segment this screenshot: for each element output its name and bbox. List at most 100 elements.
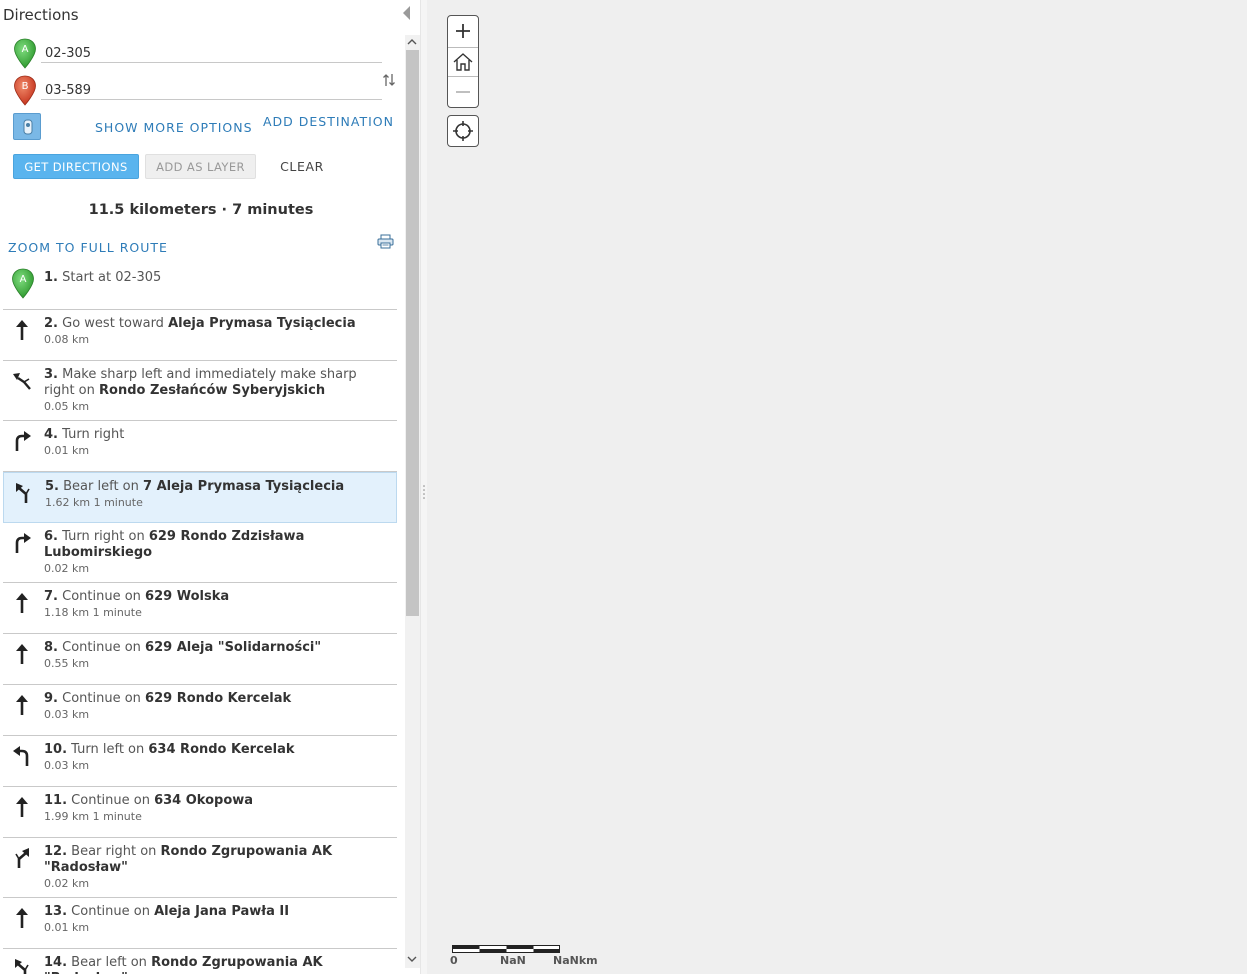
direction-step[interactable]: 10. Turn left on 634 Rondo Kercelak 0.03 …: [3, 736, 397, 787]
step-distance: 0.03 km: [44, 759, 90, 772]
step-road-name: 634 Okopowa: [154, 793, 254, 808]
direction-step[interactable]: 14. Bear left on Rondo Zgrupowania AK "R…: [3, 949, 397, 974]
step-distance: 0.01 km: [44, 444, 90, 457]
turn-left-icon: [11, 744, 33, 768]
panel-splitter[interactable]: [420, 0, 427, 974]
travel-mode-icon[interactable]: [13, 113, 41, 140]
add-as-layer-button[interactable]: ADD AS LAYER: [145, 154, 256, 179]
step-instruction: Continue on: [71, 904, 150, 919]
direction-step[interactable]: 4. Turn right 0.01 km: [3, 421, 397, 472]
scale-label-end: NaNkm: [553, 954, 598, 967]
step-road-name: Aleja Prymasa Tysiąclecia: [168, 316, 356, 331]
step-number: 1.: [44, 270, 58, 285]
direction-step[interactable]: 7. Continue on 629 Wolska 1.18 km 1 minut…: [3, 583, 397, 634]
locate-crosshair-icon: [453, 121, 473, 141]
stop-a-input[interactable]: [41, 39, 382, 63]
direction-step[interactable]: 9. Continue on 629 Rondo Kercelak 0.03 km: [3, 685, 397, 736]
straight-arrow-icon: [11, 591, 33, 615]
svg-text:A: A: [20, 274, 27, 285]
scale-bar: [452, 945, 560, 953]
step-number: 11.: [44, 793, 68, 808]
straight-arrow-icon: [11, 318, 33, 342]
home-icon: [453, 53, 473, 71]
step-instruction: Continue on: [62, 640, 141, 655]
direction-step[interactable]: A 1. Start at 02-305: [3, 262, 397, 310]
pin-a-icon[interactable]: A: [13, 38, 37, 70]
bear-left-icon: [11, 957, 33, 974]
directions-steps-list: A 1. Start at 02-305 2. Go west toward Ale…: [3, 262, 397, 974]
step-number: 4.: [44, 427, 58, 442]
step-distance: 0.08 km: [44, 333, 90, 346]
direction-step[interactable]: 6. Turn right on 629 Rondo Zdzisława Lub…: [3, 523, 397, 583]
straight-arrow-icon: [11, 693, 33, 717]
bear-right-icon: [11, 846, 33, 870]
splitter-grip-icon[interactable]: [423, 484, 425, 500]
step-instruction: Continue on: [71, 793, 150, 808]
scroll-up-icon[interactable]: [407, 38, 417, 46]
step-instruction: Turn right: [62, 427, 125, 442]
turn-right-icon: [11, 531, 33, 555]
step-road-name: 629 Aleja "Solidarności": [145, 640, 322, 655]
route-summary: 11.5 kilometers · 7 minutes: [88, 202, 314, 218]
step-distance: 1.62 km 1 minute: [45, 496, 143, 509]
direction-step[interactable]: 11. Continue on 634 Okopowa 1.99 km 1 min…: [3, 787, 397, 838]
bear-left-icon: [12, 481, 34, 505]
home-button[interactable]: [448, 47, 478, 77]
step-road-name: Aleja Jana Pawła II: [154, 904, 290, 919]
step-road-name: 629 Wolska: [145, 589, 230, 604]
step-road-name: 634 Rondo Kercelak: [148, 742, 295, 757]
locate-button[interactable]: [447, 115, 479, 147]
step-distance: 0.01 km: [44, 921, 90, 934]
add-destination-link[interactable]: ADD DESTINATION: [263, 114, 394, 129]
step-road-name: 7 Aleja Prymasa Tysiąclecia: [143, 479, 345, 494]
zoom-out-button[interactable]: [448, 77, 478, 107]
step-number: 3.: [44, 367, 58, 382]
zoom-in-button[interactable]: [448, 16, 478, 46]
step-number: 13.: [44, 904, 68, 919]
direction-step[interactable]: 12. Bear right on Rondo Zgrupowania AK "…: [3, 838, 397, 898]
scale-label-start: 0: [450, 954, 458, 967]
step-number: 12.: [44, 844, 68, 859]
stop-b-input[interactable]: [41, 76, 382, 100]
pin-b-icon[interactable]: B: [13, 75, 37, 107]
pin-a-letter: A: [22, 44, 29, 55]
direction-step[interactable]: 5. Bear left on 7 Aleja Prymasa Tysiącle…: [3, 472, 397, 523]
step-number: 2.: [44, 316, 58, 331]
minus-icon: [456, 91, 470, 93]
step-instruction: Start at 02-305: [62, 270, 162, 285]
zoom-to-full-route-link[interactable]: ZOOM TO FULL ROUTE: [8, 240, 168, 255]
step-instruction: Bear right on: [71, 844, 157, 859]
zoom-controls: [447, 15, 479, 108]
print-icon[interactable]: [377, 234, 394, 249]
step-instruction: Turn right on: [62, 529, 145, 544]
map-canvas[interactable]: 0 NaN NaNkm: [427, 0, 1247, 974]
step-instruction: Bear left on: [71, 955, 147, 970]
step-distance: 1.18 km 1 minute: [44, 606, 142, 619]
step-distance: 0.02 km: [44, 562, 90, 575]
step-number: 9.: [44, 691, 58, 706]
show-more-options-link[interactable]: SHOW MORE OPTIONS: [95, 120, 253, 135]
step-distance: 0.02 km: [44, 877, 90, 890]
direction-step[interactable]: 8. Continue on 629 Aleja "Solidarności" 0…: [3, 634, 397, 685]
scale-label-mid: NaN: [500, 954, 526, 967]
get-directions-button[interactable]: GET DIRECTIONS: [13, 154, 139, 179]
step-instruction: Continue on: [62, 589, 141, 604]
straight-arrow-icon: [11, 795, 33, 819]
step-instruction: Bear left on: [63, 479, 139, 494]
swap-stops-icon[interactable]: [382, 72, 396, 88]
panel-scrollbar-thumb[interactable]: [406, 50, 419, 616]
direction-step[interactable]: 3. Make sharp left and immediately make …: [3, 361, 397, 421]
straight-arrow-icon: [11, 642, 33, 666]
turn-right-icon: [11, 429, 33, 453]
direction-step[interactable]: 13. Continue on Aleja Jana Pawła II 0.01 …: [3, 898, 397, 949]
step-distance: 0.05 km: [44, 400, 90, 413]
direction-step[interactable]: 2. Go west toward Aleja Prymasa Tysiącle…: [3, 310, 397, 361]
step-number: 14.: [44, 955, 68, 970]
collapse-panel-icon[interactable]: [403, 6, 410, 20]
scroll-down-icon[interactable]: [407, 955, 417, 963]
plus-icon: [456, 24, 470, 38]
pin-a-icon: A: [11, 268, 34, 299]
step-number: 7.: [44, 589, 58, 604]
clear-button[interactable]: CLEAR: [262, 154, 342, 179]
step-number: 5.: [45, 479, 59, 494]
